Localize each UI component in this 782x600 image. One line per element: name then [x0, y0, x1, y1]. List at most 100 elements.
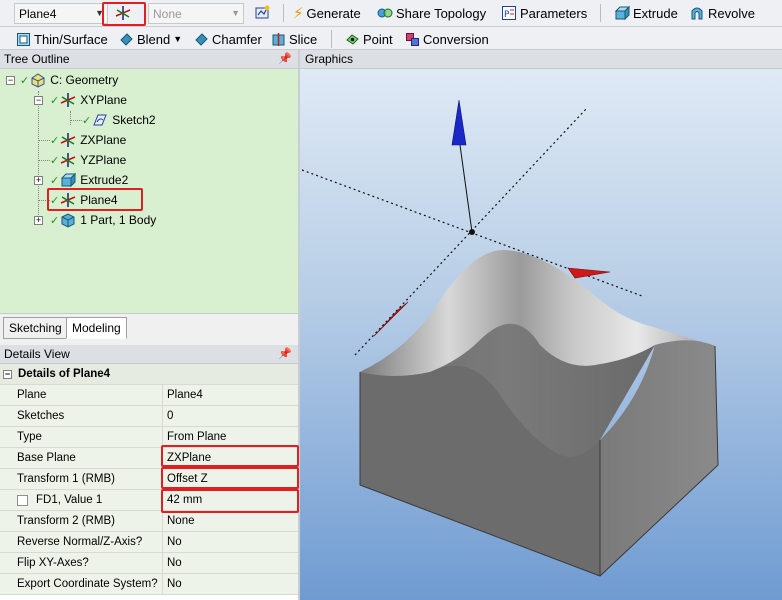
- tree-outline-title: Tree Outline: [4, 52, 70, 66]
- tree-node-label: YZPlane: [80, 153, 127, 167]
- plane-axes-icon: [60, 133, 76, 147]
- tab-modeling[interactable]: Modeling: [66, 317, 127, 339]
- base-plane-value[interactable]: ZXPlane: [163, 448, 298, 468]
- details-row[interactable]: Sketches 0: [0, 406, 298, 427]
- chamfer-button[interactable]: Chamfer: [191, 28, 265, 50]
- details-view: − Details of Plane4 Plane Plane4 Sketche…: [0, 364, 298, 600]
- conversion-label: Conversion: [423, 31, 489, 47]
- model-view: [301, 99, 719, 577]
- details-row[interactable]: Export Coordinate System? No: [0, 574, 298, 595]
- new-plane-button[interactable]: [111, 2, 135, 24]
- graphics-viewport[interactable]: [300, 50, 782, 600]
- tree-node-label: ZXPlane: [80, 133, 127, 147]
- collapse-xyplane-toggle[interactable]: −: [34, 96, 43, 105]
- extrude-icon: [61, 172, 77, 188]
- tree-node-extrude2[interactable]: ✓ Extrude2: [50, 171, 128, 189]
- tab-modeling-label: Modeling: [72, 321, 121, 335]
- thin-surface-icon: [17, 32, 30, 46]
- plane-selector[interactable]: Plane4 ▼: [14, 3, 108, 24]
- new-sketch-button[interactable]: [250, 2, 274, 24]
- details-row[interactable]: FD1, Value 1 42 mm: [0, 490, 298, 511]
- tab-sketching[interactable]: Sketching: [3, 317, 68, 339]
- details-row-label: Sketches: [0, 406, 163, 426]
- tree-node-plane4[interactable]: ✓ Plane4: [50, 191, 118, 209]
- point-icon: [346, 33, 359, 45]
- details-row[interactable]: Base Plane ZXPlane: [0, 448, 298, 469]
- geometry-icon: [31, 73, 45, 88]
- details-row[interactable]: Reverse Normal/Z-Axis? No: [0, 532, 298, 553]
- details-row[interactable]: Flip XY-Axes? No: [0, 553, 298, 574]
- details-row[interactable]: Transform 2 (RMB) None: [0, 511, 298, 532]
- expand-extrude2-toggle[interactable]: +: [34, 176, 43, 185]
- collapse-details-toggle[interactable]: −: [3, 369, 12, 379]
- revolve-label: Revolve: [708, 5, 755, 21]
- details-row-value[interactable]: 0: [163, 406, 298, 426]
- details-group-header[interactable]: − Details of Plane4: [0, 364, 298, 385]
- tree-node-sketch2[interactable]: ✓ Sketch2: [82, 111, 156, 129]
- tree-node-geometry[interactable]: ✓ C: Geometry: [20, 71, 118, 89]
- share-topology-button[interactable]: Share Topology: [374, 2, 489, 24]
- conversion-button[interactable]: Conversion: [402, 28, 492, 50]
- sketch-selector[interactable]: None ▼: [148, 3, 244, 24]
- details-row[interactable]: Type From Plane: [0, 427, 298, 448]
- check-icon: ✓: [50, 154, 60, 167]
- details-row[interactable]: Plane Plane4: [0, 385, 298, 406]
- tree-node-yzplane[interactable]: ✓ YZPlane: [50, 151, 126, 169]
- check-icon: ✓: [20, 74, 30, 87]
- tab-sketching-label: Sketching: [9, 321, 62, 335]
- graphics-title: Graphics: [305, 52, 354, 66]
- svg-text:P: P: [504, 10, 510, 20]
- extrude-label: Extrude: [633, 5, 678, 21]
- pin-icon[interactable]: 📌: [278, 52, 292, 65]
- parameters-icon: P: [502, 6, 516, 20]
- main-toolbar: Plane4 ▼ None ▼ ⚡ Generate Share Topolog…: [0, 0, 782, 27]
- share-topology-label: Share Topology: [396, 5, 487, 21]
- plane-origin: [469, 229, 475, 235]
- fd1-value[interactable]: 42 mm: [163, 490, 298, 510]
- new-sketch-icon: [255, 5, 270, 19]
- chevron-down-icon[interactable]: ▼: [95, 8, 104, 18]
- extrude-button[interactable]: Extrude: [611, 2, 681, 24]
- generate-label: Generate: [306, 5, 361, 21]
- tree-node-label: Extrude2: [80, 173, 129, 187]
- tree-node-zxplane[interactable]: ✓ ZXPlane: [50, 131, 126, 149]
- graphics-header: Graphics: [300, 50, 782, 69]
- pin-icon[interactable]: 📌: [278, 347, 292, 360]
- details-view-header: Details View 📌: [0, 345, 298, 364]
- details-row-value[interactable]: Plane4: [163, 385, 298, 405]
- chevron-down-icon[interactable]: ▼: [231, 8, 240, 18]
- blend-label: Blend: [137, 31, 171, 47]
- details-row-label: Reverse Normal/Z-Axis?: [0, 532, 163, 552]
- point-button[interactable]: Point: [342, 28, 396, 50]
- expand-parts-toggle[interactable]: +: [34, 216, 43, 225]
- chevron-down-icon[interactable]: ▼: [173, 34, 182, 44]
- details-row-label: Base Plane: [0, 448, 163, 468]
- tree-node-label: Plane4: [80, 193, 118, 207]
- details-row-value[interactable]: None: [163, 511, 298, 531]
- details-row-value[interactable]: No: [163, 574, 298, 594]
- details-row-value[interactable]: No: [163, 553, 298, 573]
- details-row-label: Plane: [0, 385, 163, 405]
- tree-node-label: 1 Part, 1 Body: [80, 213, 157, 227]
- thin-surface-button[interactable]: Thin/Surface: [13, 28, 111, 50]
- collapse-geometry-toggle[interactable]: −: [6, 76, 15, 85]
- parameter-checkbox[interactable]: [17, 494, 28, 506]
- details-row-value[interactable]: From Plane: [163, 427, 298, 447]
- check-icon: ✓: [50, 134, 60, 147]
- details-row-value[interactable]: No: [163, 532, 298, 552]
- tree-node-xyplane[interactable]: ✓ XYPlane: [50, 91, 127, 109]
- blend-button[interactable]: Blend ▼: [116, 28, 185, 50]
- point-label: Point: [363, 31, 393, 47]
- plane-axes-icon: [60, 93, 76, 107]
- generate-button[interactable]: ⚡ Generate: [290, 2, 364, 24]
- revolve-button[interactable]: Revolve: [686, 2, 758, 24]
- mode-tabs: Sketching Modeling: [0, 313, 298, 341]
- tree-node-parts[interactable]: ✓ 1 Part, 1 Body: [50, 211, 156, 229]
- feature-toolbar: Thin/Surface Blend ▼ Chamfer Slice Point: [0, 27, 782, 50]
- transform1-value[interactable]: Offset Z: [163, 469, 298, 489]
- details-row[interactable]: Transform 1 (RMB) Offset Z: [0, 469, 298, 490]
- parameters-button[interactable]: P Parameters: [498, 2, 590, 24]
- plane-axes-icon: [60, 193, 76, 207]
- blend-icon: [120, 32, 133, 46]
- slice-button[interactable]: Slice: [268, 28, 320, 50]
